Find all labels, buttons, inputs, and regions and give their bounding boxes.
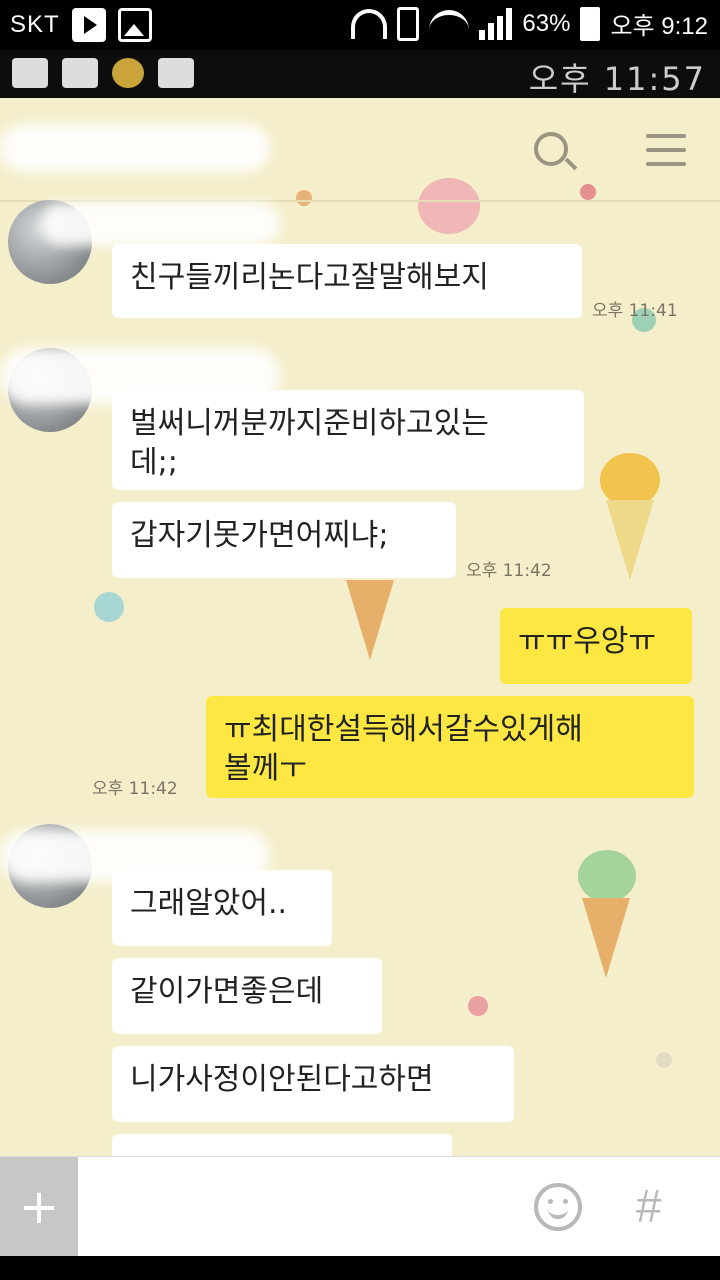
status-bar: SKT 63% 오후 9:12 (0, 0, 720, 50)
battery-percent: 63% (522, 9, 571, 37)
icecream-cone-decoration (606, 500, 654, 580)
play-notification-icon (71, 8, 106, 42)
search-notification-dot (580, 184, 596, 200)
my-message-bubble[interactable]: ㅠ최대한설득해서갈수있게해 볼께ㅜ (206, 696, 694, 798)
dot-decoration (94, 592, 124, 622)
redacted-chat-title (0, 124, 270, 172)
my-message-bubble[interactable]: ㅠㅠ우앙ㅠ (500, 608, 692, 684)
dot-decoration (656, 1052, 672, 1068)
image-notification-icon (117, 8, 152, 42)
message-bubble[interactable]: 친구들끼리논다고잘말해보지 (112, 244, 582, 318)
vibrate-icon (397, 6, 420, 41)
menu-button[interactable] (646, 134, 686, 166)
emoji-button[interactable] (534, 1183, 582, 1231)
wifi-icon (429, 9, 470, 38)
photo-gallery-icon (62, 58, 98, 88)
icecream-cone-decoration (582, 898, 630, 978)
icecream-scoop-decoration (600, 453, 660, 507)
chat-screen[interactable]: 친구들끼리논다고잘말해보지 오후 11:41 벌써니꺼분까지준비하고있는 데;;… (0, 98, 720, 1156)
message-bubble[interactable]: 벌써니꺼분까지준비하고있는 데;; (112, 390, 584, 490)
dot-decoration (468, 996, 488, 1016)
attach-button[interactable]: + (0, 1157, 78, 1257)
message-timestamp: 오후 11:41 (592, 301, 678, 321)
battery-icon (580, 6, 601, 41)
message-bubble[interactable]: 갑자기못가면어찌냐; (112, 502, 456, 578)
headset-icon (351, 8, 388, 39)
photographed-status-strip: 오후 11:57 (0, 50, 720, 98)
search-icon (534, 132, 568, 166)
message-bubble[interactable]: 니가사정이안된다고하면 (112, 1046, 514, 1122)
message-input[interactable] (90, 1167, 520, 1247)
photo-clock: 오후 11:57 (528, 60, 706, 98)
icecream-scoop-decoration (578, 850, 636, 902)
chat-header (0, 98, 720, 202)
menu-icon-line (646, 148, 686, 152)
message-timestamp: 오후 11:42 (466, 561, 552, 581)
message-bubble[interactable]: 그래알았어.. (112, 870, 332, 946)
clock: 오후 9:12 (610, 13, 708, 40)
menu-icon-line (646, 162, 686, 166)
message-bubble-partial[interactable] (112, 1134, 452, 1156)
hashtag-button[interactable]: # (636, 1179, 662, 1233)
message-input-bar: + # (0, 1156, 720, 1257)
icecream-cone-decoration (346, 580, 394, 660)
message-timestamp: 오후 11:42 (92, 779, 178, 799)
photo-notification-icon (12, 58, 48, 88)
search-icon-handle (564, 157, 578, 171)
search-button[interactable] (534, 132, 596, 200)
menu-icon (646, 134, 686, 138)
message-bubble[interactable]: 같이가면좋은데 (112, 958, 382, 1034)
photo-media-icon (158, 58, 194, 88)
carrier-label: SKT (10, 11, 60, 38)
signal-icon (479, 7, 513, 40)
bottom-edge (0, 1256, 720, 1280)
photo-app-icon (112, 58, 144, 88)
redacted-sender-name (40, 202, 280, 246)
